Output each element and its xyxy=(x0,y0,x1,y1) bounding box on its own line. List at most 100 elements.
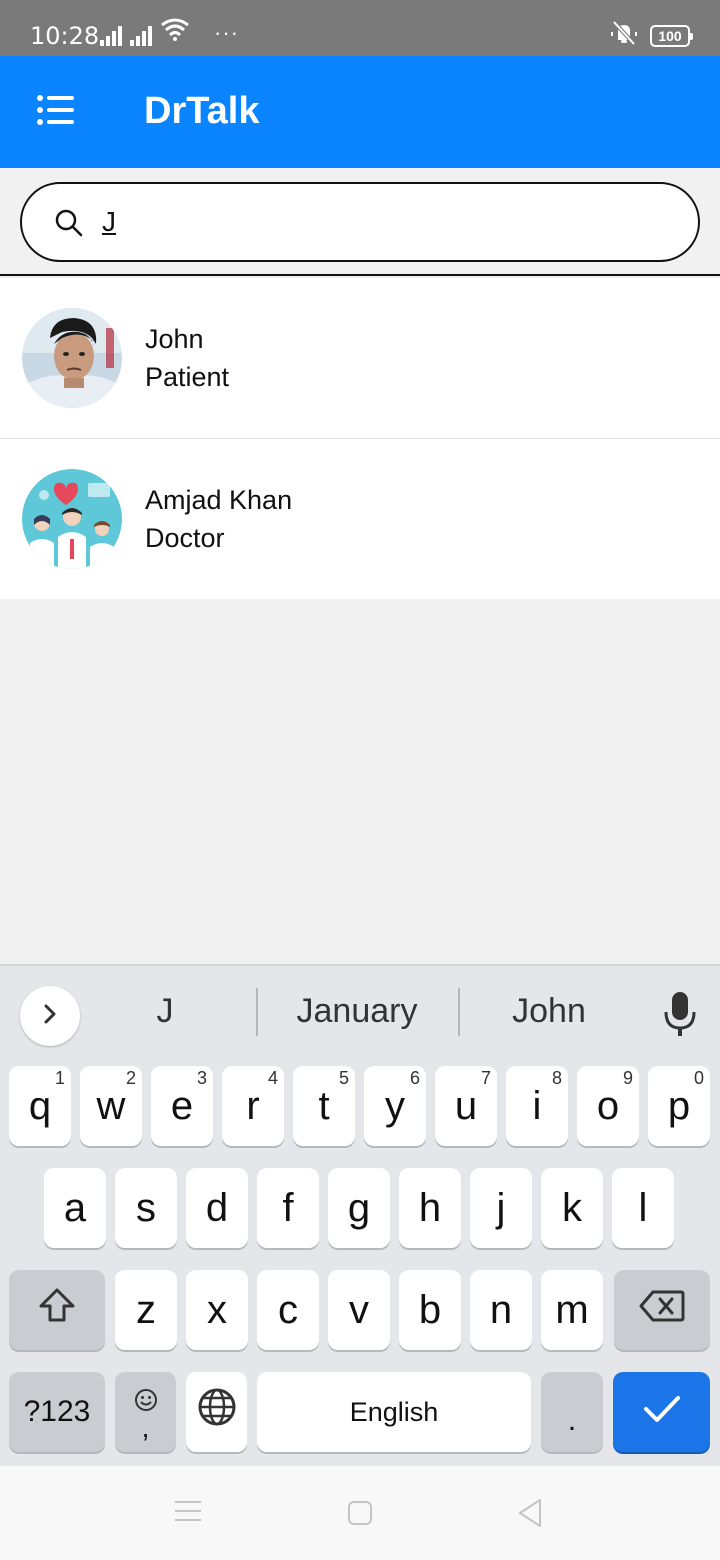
navigation-bar xyxy=(0,1466,720,1560)
search-box[interactable] xyxy=(20,182,700,262)
key-w[interactable]: w2 xyxy=(80,1066,142,1146)
key-hint: 6 xyxy=(409,1068,420,1088)
key-o[interactable]: o9 xyxy=(577,1066,639,1146)
chevron-right-icon xyxy=(40,1002,60,1031)
key-label: a xyxy=(63,1185,87,1230)
avatar xyxy=(22,308,122,408)
key-s[interactable]: s xyxy=(115,1168,177,1248)
result-name: Amjad Khan xyxy=(145,485,293,515)
app-title: DrTalk xyxy=(144,90,260,132)
key-label: ?123 xyxy=(23,1395,91,1428)
key-hint: 2 xyxy=(125,1068,136,1088)
list-item[interactable]: Amjad Khan Doctor xyxy=(0,439,720,599)
globe-icon xyxy=(197,1387,237,1437)
key-u[interactable]: u7 xyxy=(435,1066,497,1146)
key-label: z xyxy=(136,1287,156,1332)
key-label: w xyxy=(96,1083,126,1128)
suggestion[interactable]: J xyxy=(100,992,230,1031)
key-f[interactable]: f xyxy=(257,1168,319,1248)
menu-icon xyxy=(36,94,76,131)
key-m[interactable]: m xyxy=(541,1270,603,1350)
key-label: l xyxy=(638,1185,648,1230)
key-l[interactable]: l xyxy=(612,1168,674,1248)
key-y[interactable]: y6 xyxy=(364,1066,426,1146)
space-key[interactable]: English xyxy=(257,1372,531,1452)
suggestion[interactable]: John xyxy=(464,992,634,1031)
key-i[interactable]: i8 xyxy=(506,1066,568,1146)
key-e[interactable]: e3 xyxy=(151,1066,213,1146)
done-key[interactable] xyxy=(613,1372,710,1452)
key-r[interactable]: r4 xyxy=(222,1066,284,1146)
period-key[interactable]: . xyxy=(541,1372,603,1452)
key-hint: 5 xyxy=(338,1068,349,1088)
key-label: k xyxy=(562,1185,582,1230)
key-label: g xyxy=(347,1185,371,1230)
key-hint: 0 xyxy=(693,1068,704,1088)
key-x[interactable]: x xyxy=(186,1270,248,1350)
key-label: d xyxy=(205,1185,229,1230)
key-label: o xyxy=(596,1083,620,1128)
key-j[interactable]: j xyxy=(470,1168,532,1248)
backspace-key[interactable] xyxy=(614,1270,710,1350)
more-notifications-icon: ··· xyxy=(214,20,239,45)
key-z[interactable]: z xyxy=(115,1270,177,1350)
key-k[interactable]: k xyxy=(541,1168,603,1248)
home-icon[interactable] xyxy=(347,1500,373,1531)
suggestion-bar: J January John xyxy=(0,966,720,1058)
key-label: m xyxy=(555,1287,589,1332)
key-hint: 8 xyxy=(551,1068,562,1088)
key-label: y xyxy=(385,1083,405,1128)
key-label: s xyxy=(136,1185,156,1230)
key-label: n xyxy=(489,1287,513,1332)
key-d[interactable]: d xyxy=(186,1168,248,1248)
checkmark-icon xyxy=(642,1390,682,1435)
key-hint: 1 xyxy=(54,1068,65,1088)
key-b[interactable]: b xyxy=(399,1270,461,1350)
result-role: Doctor xyxy=(145,523,225,553)
status-left-icons xyxy=(100,18,190,46)
key-label: c xyxy=(278,1287,298,1332)
key-v[interactable]: v xyxy=(328,1270,390,1350)
emoji-comma-key[interactable]: , xyxy=(115,1372,176,1452)
key-n[interactable]: n xyxy=(470,1270,532,1350)
menu-button[interactable] xyxy=(28,86,84,138)
key-p[interactable]: p0 xyxy=(648,1066,710,1146)
shift-key[interactable] xyxy=(9,1270,105,1350)
recent-apps-icon[interactable] xyxy=(174,1498,202,1529)
key-label: f xyxy=(282,1185,294,1230)
key-h[interactable]: h xyxy=(399,1168,461,1248)
app-bar: DrTalk xyxy=(0,56,720,168)
result-role: Patient xyxy=(145,362,230,392)
key-hint: 9 xyxy=(622,1068,633,1088)
key-t[interactable]: t5 xyxy=(293,1066,355,1146)
symbols-key[interactable]: ?123 xyxy=(9,1372,105,1452)
key-label: p xyxy=(667,1083,691,1128)
suggestion[interactable]: January xyxy=(262,992,452,1031)
search-input[interactable] xyxy=(102,202,662,242)
back-icon[interactable] xyxy=(516,1498,544,1533)
status-right-icons: 100 xyxy=(610,20,693,51)
signal-icon xyxy=(100,22,122,46)
key-label: English xyxy=(349,1396,439,1427)
key-label: . xyxy=(567,1404,577,1437)
language-key[interactable] xyxy=(186,1372,247,1452)
key-label: e xyxy=(170,1083,194,1128)
key-label: j xyxy=(496,1185,506,1230)
battery-icon: 100 xyxy=(650,24,693,47)
backspace-icon xyxy=(639,1288,685,1333)
key-c[interactable]: c xyxy=(257,1270,319,1350)
key-g[interactable]: g xyxy=(328,1168,390,1248)
expand-toolbar-button[interactable] xyxy=(20,986,80,1046)
key-a[interactable]: a xyxy=(44,1168,106,1248)
key-label: t xyxy=(318,1083,330,1128)
divider xyxy=(256,988,258,1036)
result-list: John Patient Amjad Khan Doctor xyxy=(0,278,720,599)
key-q[interactable]: q1 xyxy=(9,1066,71,1146)
search-icon xyxy=(54,208,84,243)
signal-icon xyxy=(130,22,152,46)
list-item[interactable]: John Patient xyxy=(0,278,720,439)
key-hint: 4 xyxy=(267,1068,278,1088)
status-bar: 10:28 ··· 100 xyxy=(0,0,720,56)
microphone-icon[interactable] xyxy=(660,988,700,1040)
key-label: x xyxy=(207,1287,227,1332)
